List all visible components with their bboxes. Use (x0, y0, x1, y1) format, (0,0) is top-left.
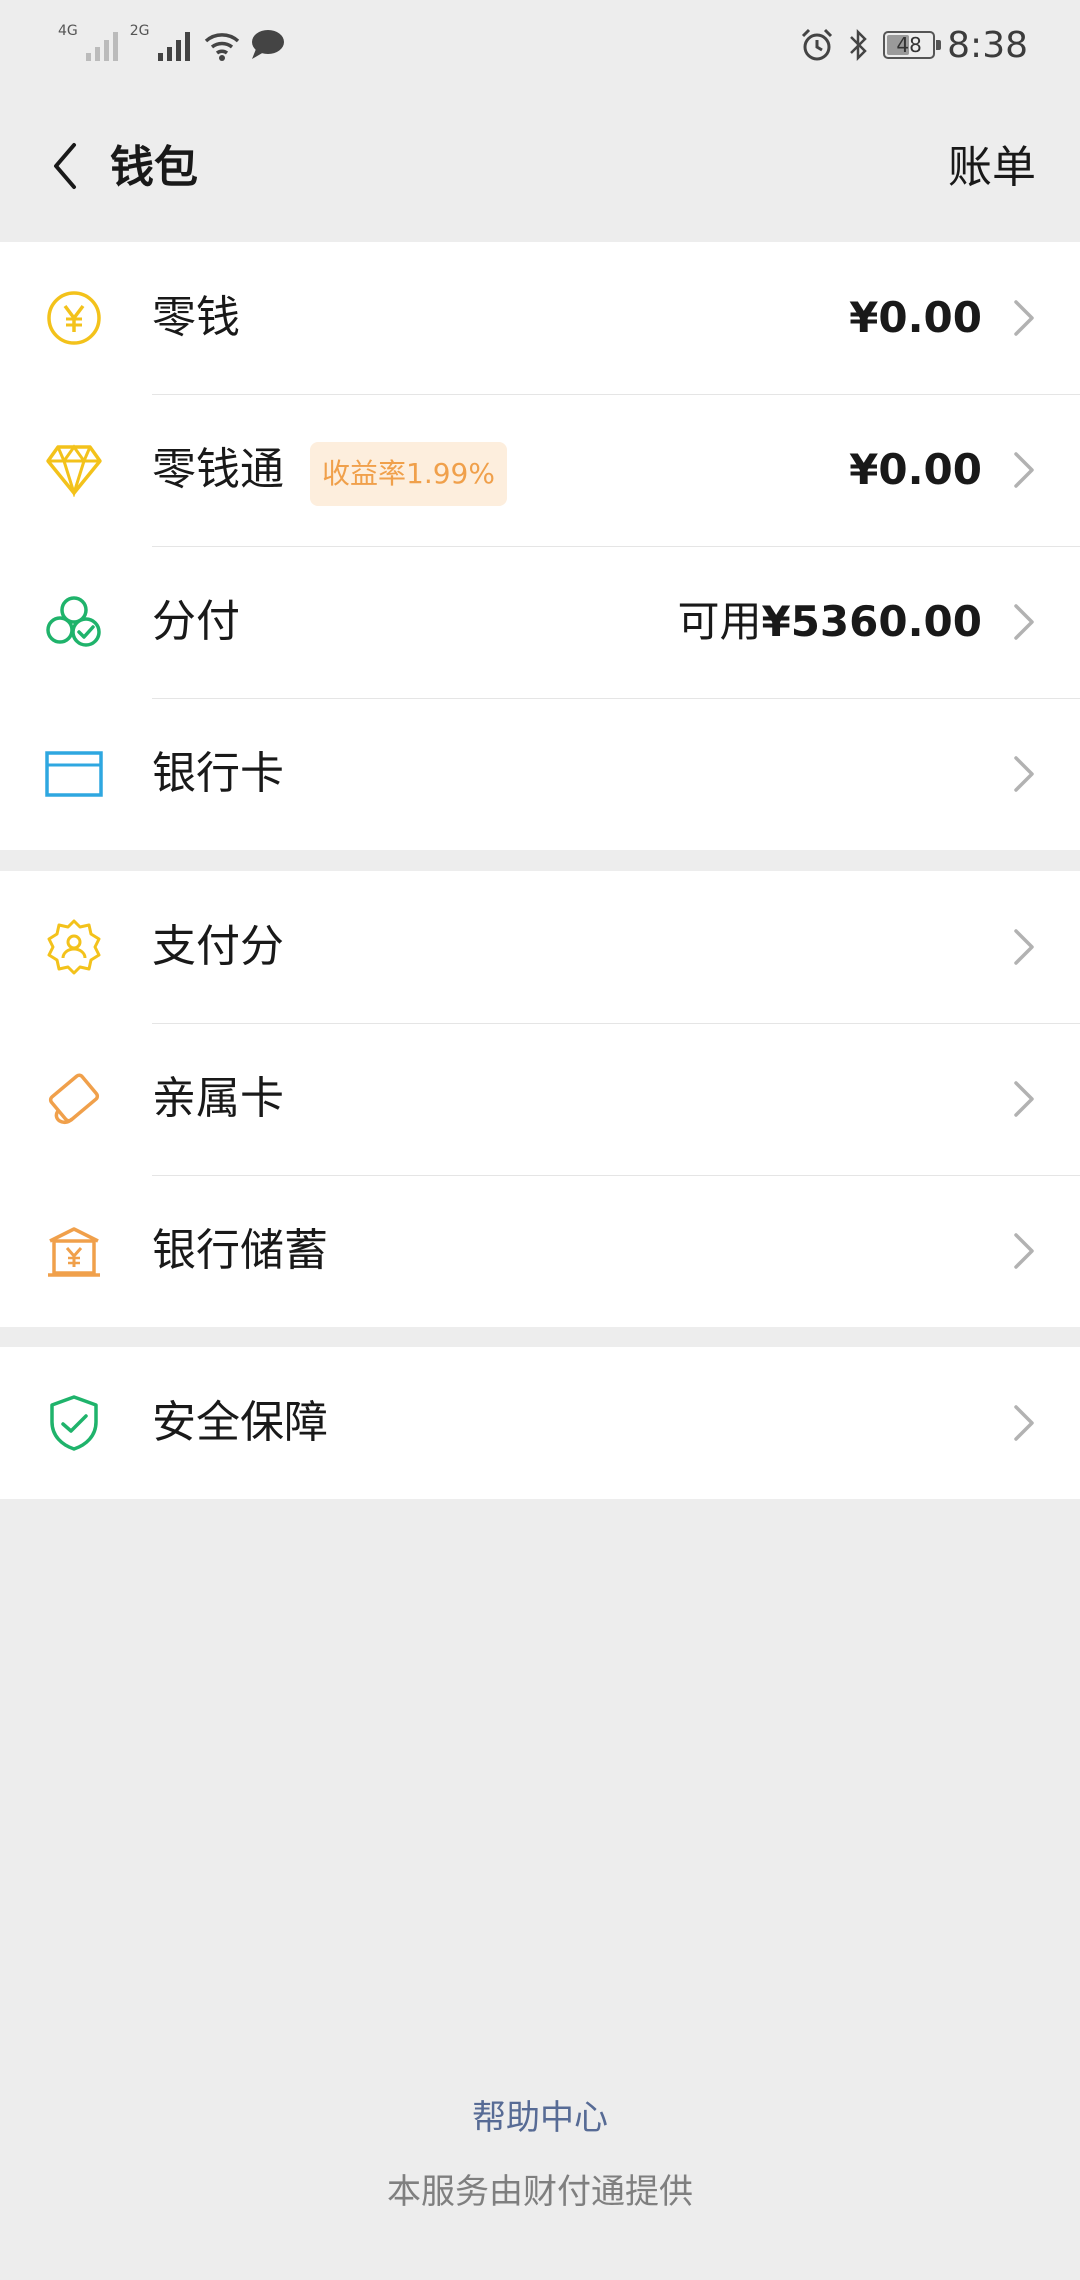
chevron-right-icon (1014, 1405, 1034, 1441)
network-4g-label: 4G (58, 23, 78, 39)
fenfu-circles-icon (44, 592, 104, 652)
chevron-right-icon (1014, 929, 1034, 965)
network-2g-label: 2G (129, 23, 150, 39)
wallet-screen: 4G 2G 48 8:38 钱包 账单 零钱 ¥0.00 零钱通 收益率1.99… (0, 0, 1080, 2280)
wallet-item-fenfu[interactable]: 分付 可用¥5360.00 (0, 546, 1080, 698)
chevron-right-icon (1014, 756, 1034, 792)
status-left: 4G 2G (58, 22, 286, 68)
wallet-item-change[interactable]: 零钱 ¥0.00 (0, 242, 1080, 394)
wifi-icon (204, 33, 239, 61)
family-card-icon (44, 1069, 104, 1129)
signal-strength-icon (85, 32, 118, 61)
payscore-badge-icon (44, 917, 104, 977)
bill-button[interactable]: 账单 (948, 130, 1036, 206)
available-prefix: 可用 (677, 597, 762, 646)
chevron-right-icon (1014, 1233, 1034, 1269)
wallet-item-bank-card[interactable]: 银行卡 (0, 698, 1080, 850)
wallet-item-bank-deposit[interactable]: 银行储蓄 (0, 1175, 1080, 1327)
chevron-right-icon (1014, 452, 1034, 488)
bank-deposit-icon (44, 1221, 104, 1281)
alarm-icon (802, 28, 833, 61)
wallet-item-label: 银行储蓄 (152, 1225, 328, 1276)
wallet-item-label: 支付分 (152, 921, 284, 972)
status-bar: 4G 2G 48 8:38 (0, 0, 1080, 90)
wallet-item-value: ¥0.00 (849, 293, 982, 342)
message-bubble-icon (251, 30, 284, 59)
wallet-group-funds: 零钱 ¥0.00 零钱通 收益率1.99% ¥0.00 分付 可用¥5360.0… (0, 242, 1080, 850)
yield-rate-badge: 收益率1.99% (310, 442, 507, 506)
wallet-item-value: ¥0.00 (849, 445, 982, 494)
status-time: 8:38 (947, 24, 1028, 66)
wallet-item-label: 零钱通 (152, 444, 284, 495)
wallet-group-security: 安全保障 (0, 1347, 1080, 1499)
wallet-item-label: 亲属卡 (152, 1073, 284, 1124)
diamond-icon (44, 440, 104, 500)
signal-strength-icon (157, 32, 190, 61)
chevron-left-icon (54, 143, 76, 189)
page-title: 钱包 (110, 142, 198, 193)
battery-level-text: 48 (896, 33, 922, 57)
wallet-item-label: 银行卡 (152, 748, 284, 799)
wallet-group-services: 支付分 亲属卡 银行储蓄 (0, 871, 1080, 1327)
battery-icon: 48 (883, 31, 942, 59)
service-provider-note: 本服务由财付通提供 (387, 2172, 693, 2212)
nav-bar: 钱包 账单 (0, 90, 1080, 242)
wallet-item-label: 零钱 (152, 292, 240, 343)
back-button[interactable] (30, 128, 100, 204)
wallet-item-label: 安全保障 (152, 1397, 328, 1448)
help-center-link[interactable]: 帮助中心 (0, 2090, 1080, 2139)
bank-card-icon (44, 744, 104, 804)
yuan-coin-icon (44, 288, 104, 348)
security-shield-icon (44, 1393, 104, 1453)
status-right: 48 8:38 (799, 20, 1028, 70)
wallet-item-family-card[interactable]: 亲属卡 (0, 1023, 1080, 1175)
chevron-right-icon (1014, 300, 1034, 336)
wallet-item-payscore[interactable]: 支付分 (0, 871, 1080, 1023)
wallet-item-label: 分付 (152, 596, 240, 647)
wallet-item-security[interactable]: 安全保障 (0, 1347, 1080, 1499)
chevron-right-icon (1014, 604, 1034, 640)
wallet-item-value: 可用¥5360.00 (677, 597, 982, 646)
wallet-item-lingqiantong[interactable]: 零钱通 收益率1.99% ¥0.00 (0, 394, 1080, 546)
chevron-right-icon (1014, 1081, 1034, 1117)
bluetooth-icon (850, 28, 867, 62)
